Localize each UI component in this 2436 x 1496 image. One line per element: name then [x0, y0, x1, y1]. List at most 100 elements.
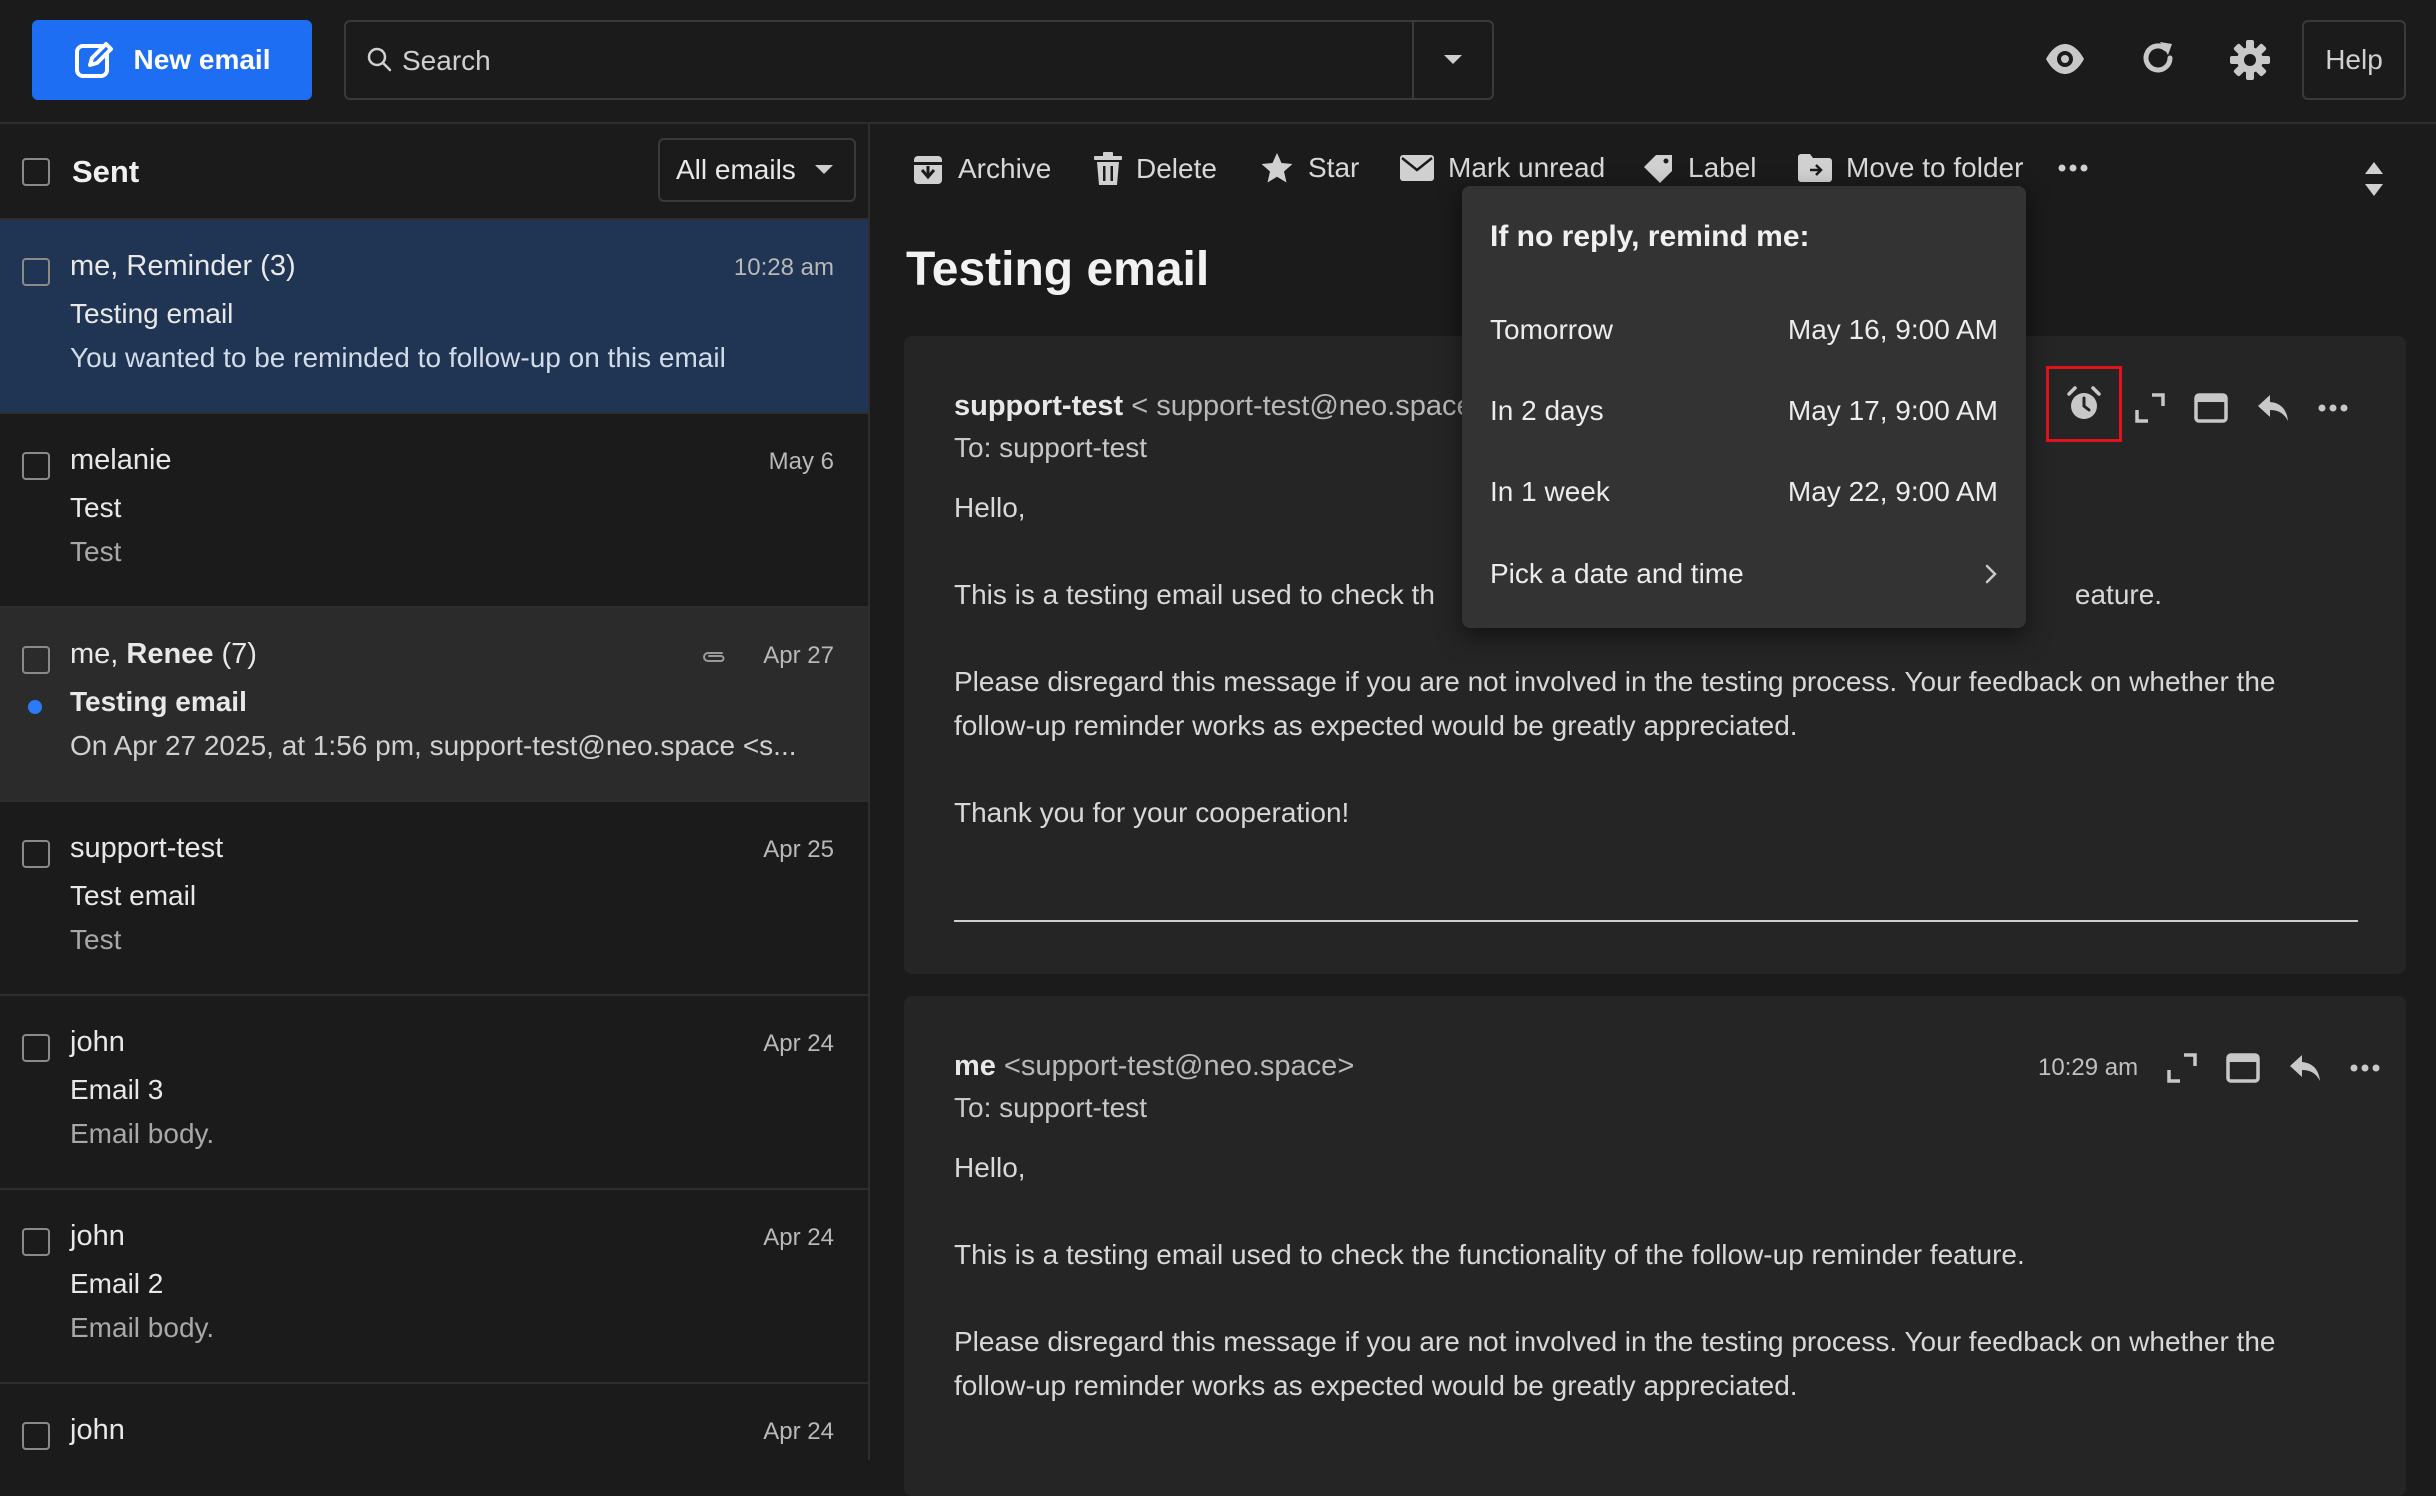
email-preview: On Apr 27 2025, at 1:56 pm, support-test… — [70, 730, 797, 761]
email-sender: john — [70, 1414, 125, 1446]
email-checkbox[interactable] — [22, 840, 50, 868]
email-filter-select[interactable]: All emails — [658, 138, 856, 202]
email-sender: support-test — [70, 832, 224, 864]
message-from[interactable]: me <support-test@neo.space> — [954, 1050, 1354, 1083]
email-subject: Test — [70, 492, 122, 523]
message-paragraph-end: eature. — [2074, 579, 2163, 610]
email-preview: Test — [70, 924, 122, 955]
message-body: Hello, This is a testing email used to c… — [954, 1146, 2354, 1451]
caret-down-icon — [815, 165, 833, 174]
email-subject: Testing email — [70, 686, 247, 717]
email-preview: Email body. — [70, 1312, 215, 1343]
gear-icon[interactable] — [2230, 40, 2270, 80]
reminder-option-time: May 22, 9:00 AM — [1787, 476, 1998, 507]
more-horizontal-icon[interactable] — [2318, 404, 2348, 412]
eye-icon[interactable] — [2044, 38, 2086, 80]
archive-button[interactable]: Archive — [912, 152, 1051, 186]
folder-title: Sent — [72, 154, 140, 189]
reminder-option-2-days[interactable]: In 2 days May 17, 9:00 AM — [1462, 371, 2026, 451]
email-checkbox[interactable] — [22, 1422, 50, 1450]
email-checkbox[interactable] — [22, 646, 50, 674]
mark-unread-label: Mark unread — [1448, 152, 1606, 183]
reminder-menu-title: If no reply, remind me: — [1490, 220, 1810, 253]
follow-up-reminder-menu: If no reply, remind me: Tomorrow May 16,… — [1462, 186, 2026, 628]
more-horizontal-icon — [2058, 164, 2088, 172]
email-list-panel: Sent All emails me, Reminder (3) 10:28 a… — [0, 124, 870, 1460]
navigate-messages-button[interactable] — [2364, 162, 2384, 196]
reminder-option-label: Tomorrow — [1490, 314, 1613, 345]
email-list-item[interactable]: support-test Apr 25 Test email Test — [0, 802, 868, 996]
envelope-icon — [1400, 155, 1434, 181]
label-label: Label — [1688, 152, 1757, 183]
message-from[interactable]: support-test < support-test@neo.space — [954, 390, 1473, 423]
email-checkbox[interactable] — [22, 1034, 50, 1062]
email-sender: john — [70, 1026, 125, 1058]
reply-icon[interactable] — [2288, 1053, 2322, 1083]
email-date: May 6 — [768, 448, 834, 475]
more-actions-button[interactable] — [2058, 164, 2088, 172]
message-closing: Thank you for your cooperation! — [954, 797, 1350, 828]
email-date: 10:28 am — [733, 254, 834, 281]
message-greeting: Hello, — [954, 1152, 1026, 1183]
message-sender-address: <support-test@neo.space> — [1003, 1050, 1355, 1082]
star-button[interactable]: Star — [1260, 152, 1359, 184]
search-options-dropdown[interactable] — [1412, 22, 1492, 98]
message-actions: 10:29 am — [2038, 1052, 2380, 1084]
up-down-arrows-icon — [2365, 162, 2383, 196]
open-window-icon[interactable] — [2194, 393, 2228, 423]
more-horizontal-icon[interactable] — [2350, 1064, 2380, 1072]
trash-icon — [1094, 152, 1122, 185]
list-header: Sent All emails — [0, 124, 868, 220]
caret-down-icon — [1444, 55, 1462, 64]
select-all-checkbox[interactable] — [22, 158, 50, 186]
chevron-right-icon — [1985, 564, 1997, 584]
email-list-item[interactable]: me, Reminder (3) 10:28 am Testing email … — [0, 220, 868, 414]
message-paragraph-start: This is a testing email used to check th — [954, 579, 1435, 610]
reminder-option-time: May 17, 9:00 AM — [1787, 395, 1998, 426]
archive-label: Archive — [958, 153, 1052, 184]
expand-icon[interactable] — [2134, 392, 2166, 424]
delete-button[interactable]: Delete — [1094, 152, 1217, 186]
expand-icon[interactable] — [2166, 1052, 2198, 1084]
email-sender-prefix: me, — [70, 638, 127, 670]
email-subject: Email 3 — [70, 1074, 164, 1105]
email-checkbox[interactable] — [22, 258, 50, 286]
email-list-item[interactable]: john Apr 24 Email 3 Email body. — [0, 996, 868, 1190]
email-list-item[interactable]: me, Renee (7) Apr 27 Testing email On Ap… — [0, 608, 868, 802]
email-sender-suffix: (7) — [213, 638, 257, 670]
unread-indicator — [28, 700, 42, 714]
refresh-icon[interactable] — [2138, 38, 2178, 78]
message-paragraph: Please disregard this message if you are… — [954, 666, 2276, 741]
search-box — [344, 20, 1494, 100]
open-window-icon[interactable] — [2226, 1053, 2260, 1083]
follow-up-reminder-button[interactable] — [2046, 366, 2122, 442]
search-input[interactable] — [402, 36, 1402, 86]
message-recipients: To: support-test — [954, 432, 1147, 463]
email-list-item[interactable]: melanie May 6 Test Test — [0, 414, 868, 608]
email-preview: Email body. — [70, 1118, 215, 1149]
reminder-option-custom[interactable]: Pick a date and time — [1462, 534, 2026, 614]
message-sender-name: me — [954, 1050, 996, 1082]
message-paragraph: This is a testing email used to check th… — [954, 1239, 2025, 1270]
label-button[interactable]: Label — [1642, 152, 1757, 184]
compose-icon — [74, 42, 113, 78]
message-paragraph: Please disregard this message if you are… — [954, 1326, 2276, 1401]
folder-move-icon — [1798, 154, 1832, 182]
reply-icon[interactable] — [2256, 393, 2290, 423]
star-label: Star — [1308, 152, 1360, 183]
email-date: Apr 24 — [763, 1224, 834, 1251]
reminder-option-1-week[interactable]: In 1 week May 22, 9:00 AM — [1462, 452, 2026, 532]
move-to-folder-button[interactable]: Move to folder — [1798, 152, 2023, 184]
move-to-folder-label: Move to folder — [1846, 152, 2024, 183]
reminder-option-time: May 16, 9:00 AM — [1787, 314, 1998, 345]
email-list-item[interactable]: john Apr 24 Email 2 Email body. — [0, 1190, 868, 1384]
new-email-button[interactable]: New email — [32, 20, 312, 100]
mark-unread-button[interactable]: Mark unread — [1400, 152, 1605, 184]
attachment-icon — [703, 652, 725, 662]
help-button[interactable]: Help — [2302, 20, 2406, 100]
email-checkbox[interactable] — [22, 452, 50, 480]
email-list-item[interactable]: john Apr 24 — [0, 1384, 868, 1460]
email-checkbox[interactable] — [22, 1228, 50, 1256]
reminder-option-tomorrow[interactable]: Tomorrow May 16, 9:00 AM — [1462, 290, 2026, 370]
email-subject: Test email — [70, 880, 197, 911]
